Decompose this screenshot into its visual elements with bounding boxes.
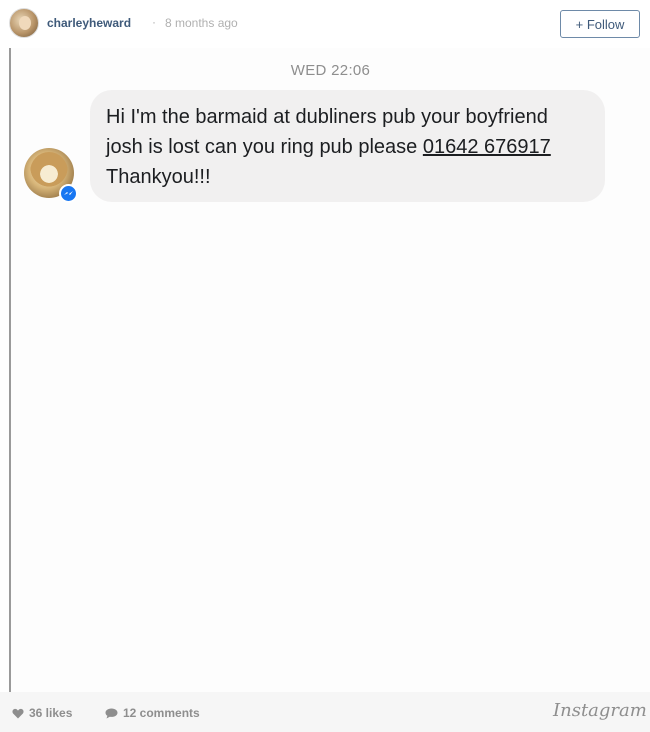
post-time[interactable]: 8 months ago: [165, 16, 238, 30]
post-header: charleyheward · 8 months ago + Follow: [0, 0, 650, 48]
follow-button[interactable]: + Follow: [560, 10, 640, 38]
message-text: Hi I'm the barmaid at dubliners pub your…: [106, 102, 589, 192]
speech-bubble-icon: [105, 708, 118, 718]
likes-label: 36 likes: [29, 706, 73, 720]
instagram-logo[interactable]: Instagram: [553, 700, 647, 721]
post-footer: 36 likes 12 comments Instagram: [0, 692, 650, 732]
comments-count[interactable]: 12 comments: [105, 706, 200, 720]
post-image: WED 22:06 Hi I'm the barmaid at dubliner…: [9, 48, 650, 692]
messenger-icon: [59, 184, 78, 203]
message-timestamp: WED 22:06: [290, 62, 371, 79]
phone-number-link[interactable]: 01642 676917: [423, 136, 551, 158]
message-text-end: Thankyou!!!: [106, 166, 211, 188]
messenger-bolt-icon: [64, 191, 73, 195]
heart-icon: [12, 708, 24, 718]
likes-count[interactable]: 36 likes: [12, 706, 72, 720]
comments-label: 12 comments: [123, 706, 200, 720]
separator-dot: ·: [152, 15, 156, 29]
username-link[interactable]: charleyheward: [47, 16, 131, 30]
user-avatar[interactable]: [9, 8, 39, 38]
avatar-face: [19, 16, 31, 30]
message-bubble: Hi I'm the barmaid at dubliners pub your…: [90, 90, 605, 202]
